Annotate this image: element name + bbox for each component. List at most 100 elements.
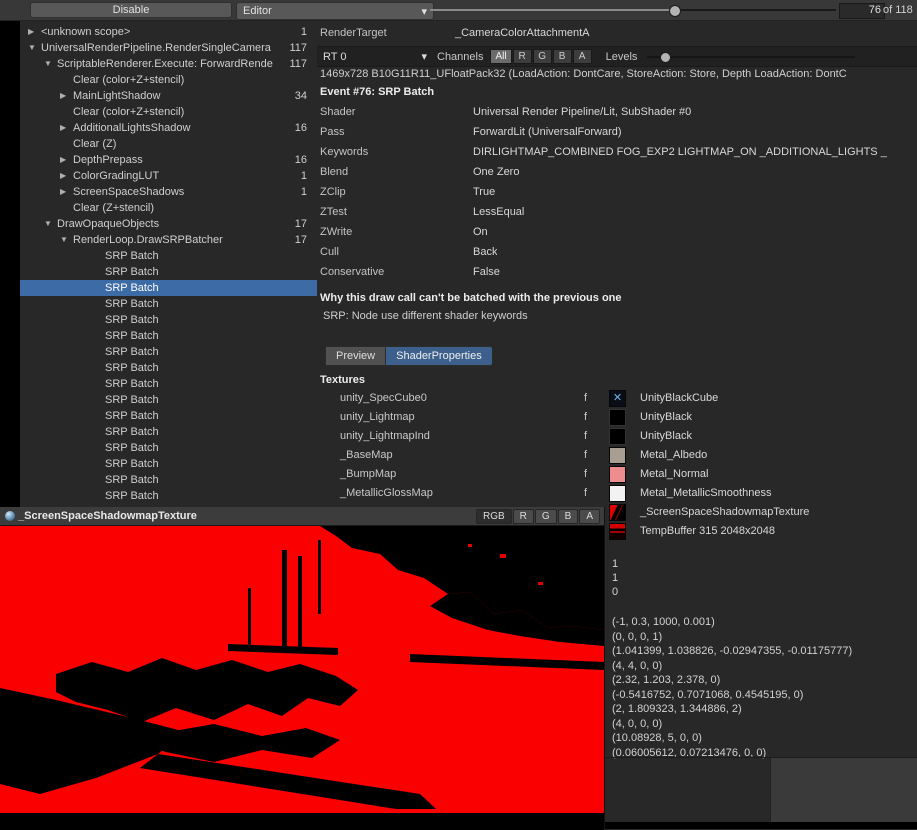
texture-row[interactable]: _BaseMap f Metal_Albedo	[317, 446, 917, 465]
event-tree-row[interactable]: Clear (color+Z+stencil)	[20, 104, 317, 120]
preview-titlebar[interactable]: _ScreenSpaceShadowmapTexture RGBRGBA	[0, 507, 604, 526]
texture-row[interactable]: _MetallicGlossMap f Metal_MetallicSmooth…	[317, 484, 917, 503]
event-tree-row[interactable]: SRP Batch	[20, 392, 317, 408]
channel-button[interactable]: All	[490, 49, 511, 64]
event-tree-row[interactable]: SRP Batch	[20, 360, 317, 376]
disclosure-arrow-icon[interactable]: ▼	[28, 40, 41, 56]
event-tree-row[interactable]: SRP Batch	[20, 280, 317, 296]
event-tree-row[interactable]: Clear (color+Z+stencil)	[20, 72, 317, 88]
event-label: SRP Batch	[105, 472, 159, 488]
event-tree-row[interactable]: SRP Batch	[20, 440, 317, 456]
channel-button[interactable]: G	[533, 49, 552, 64]
event-tree-row[interactable]: ▶ <unknown scope> 1	[20, 24, 317, 40]
texture-row[interactable]: unity_LightmapInd f UnityBlack	[317, 427, 917, 446]
event-tree-row[interactable]: ▶ ScreenSpaceShadows 1	[20, 184, 317, 200]
disclosure-arrow-icon[interactable]: ▼	[60, 232, 73, 248]
event-label: SRP Batch	[105, 424, 159, 440]
event-label: UniversalRenderPipeline.RenderSingleCame…	[41, 40, 271, 56]
event-tree-row[interactable]: SRP Batch	[20, 408, 317, 424]
event-tree-row[interactable]: SRP Batch	[20, 472, 317, 488]
shader-property-row: Shader Universal Render Pipeline/Lit, Su…	[320, 106, 917, 126]
disclosure-arrow-icon[interactable]: ▶	[60, 152, 73, 168]
shader-property-value: One Zero	[473, 166, 519, 178]
event-label: MainLightShadow	[73, 88, 160, 104]
preview-channel-button[interactable]: RGB	[476, 509, 512, 524]
channel-button[interactable]: R	[513, 49, 532, 64]
event-tree-row[interactable]: SRP Batch	[20, 488, 317, 504]
frame-slider[interactable]	[430, 0, 836, 20]
event-tree-row[interactable]: Clear (Z)	[20, 136, 317, 152]
preview-channel-button[interactable]: R	[513, 509, 534, 524]
event-tree-row[interactable]: ▼ DrawOpaqueObjects 17	[20, 216, 317, 232]
disclosure-arrow-icon[interactable]: ▶	[60, 120, 73, 136]
render-texture-icon	[5, 511, 15, 521]
disclosure-arrow-icon[interactable]: ▶	[60, 184, 73, 200]
event-label: RenderLoop.DrawSRPBatcher	[73, 232, 223, 248]
event-tree-row[interactable]: ▶ AdditionalLightsShadow 16	[20, 120, 317, 136]
disclosure-arrow-icon[interactable]: ▶	[60, 168, 73, 184]
disable-button[interactable]: Disable	[30, 2, 232, 18]
event-label: SRP Batch	[105, 248, 159, 264]
texture-thumbnail-icon	[609, 466, 626, 483]
vector-value: (2, 1.809323, 1.344886, 2)	[612, 703, 852, 718]
preview-channel-button[interactable]: B	[558, 509, 579, 524]
event-label: Clear (color+Z+stencil)	[73, 72, 184, 88]
target-selector-dropdown[interactable]: Editor ▾	[236, 2, 434, 20]
frame-number-input[interactable]: 76	[839, 3, 885, 19]
event-tree-row[interactable]: ▶ MainLightShadow 34	[20, 88, 317, 104]
detail-tab[interactable]: Preview	[325, 346, 386, 366]
texture-row[interactable]: _BumpMap f Metal_Normal	[317, 465, 917, 484]
texture-row[interactable]: unity_Lightmap f UnityBlack	[317, 408, 917, 427]
disclosure-arrow-icon[interactable]: ▶	[60, 88, 73, 104]
event-tree-row[interactable]: SRP Batch	[20, 312, 317, 328]
event-count: 16	[295, 120, 307, 136]
event-tree-row[interactable]: ▼ UniversalRenderPipeline.RenderSingleCa…	[20, 40, 317, 56]
event-label: ColorGradingLUT	[73, 168, 159, 184]
batch-break-reason: SRP: Node use different shader keywords	[323, 310, 528, 322]
event-label: ScriptableRenderer.Execute: ForwardRende	[57, 56, 273, 72]
event-tree-row[interactable]: ▶ DepthPrepass 16	[20, 152, 317, 168]
shader-property-value: ForwardLit (UniversalForward)	[473, 126, 622, 138]
preview-channel-button[interactable]: G	[535, 509, 557, 524]
event-label: SRP Batch	[105, 392, 159, 408]
shader-property-value: True	[473, 186, 495, 198]
preview-channel-button[interactable]: A	[579, 509, 600, 524]
texture-property-name: unity_LightmapInd	[340, 430, 430, 442]
event-tree-row[interactable]: SRP Batch	[20, 248, 317, 264]
event-tree-row[interactable]: ▶ ColorGradingLUT 1	[20, 168, 317, 184]
event-label: SRP Batch	[105, 408, 159, 424]
event-tree-row[interactable]: SRP Batch	[20, 328, 317, 344]
event-tree-row[interactable]: SRP Batch	[20, 296, 317, 312]
channel-button[interactable]: A	[573, 49, 592, 64]
levels-slider-track[interactable]	[647, 56, 855, 58]
shader-property-value: Back	[473, 246, 497, 258]
event-tree-row[interactable]: SRP Batch	[20, 344, 317, 360]
event-tree-row[interactable]: ▼ ScriptableRenderer.Execute: ForwardRen…	[20, 56, 317, 72]
event-tree-row[interactable]: SRP Batch	[20, 376, 317, 392]
texture-asset-name: Metal_MetallicSmoothness	[640, 487, 771, 499]
channel-button[interactable]: B	[553, 49, 572, 64]
event-count: 17	[295, 216, 307, 232]
levels-slider[interactable]	[647, 47, 855, 66]
disclosure-arrow-icon[interactable]: ▼	[44, 216, 57, 232]
shader-property-value: False	[473, 266, 500, 278]
disclosure-arrow-icon[interactable]: ▶	[28, 24, 41, 40]
event-count: 1	[301, 168, 307, 184]
detail-tab[interactable]: ShaderProperties	[386, 346, 493, 366]
texture-property-name: _BaseMap	[340, 449, 393, 461]
event-tree-row[interactable]: SRP Batch	[20, 264, 317, 280]
vector-value: (4, 0, 0, 0)	[612, 718, 852, 733]
levels-slider-thumb[interactable]	[660, 52, 671, 63]
event-tree-row[interactable]: ▼ RenderLoop.DrawSRPBatcher 17	[20, 232, 317, 248]
frame-slider-thumb[interactable]	[669, 5, 681, 17]
rt-index-dropdown[interactable]: RT 0 ▾	[317, 50, 433, 63]
texture-row[interactable]: unity_SpecCube0 f UnityBlackCube	[317, 389, 917, 408]
texture-flag: f	[584, 468, 587, 480]
texture-asset-name: UnityBlack	[640, 411, 692, 423]
disclosure-arrow-icon[interactable]: ▼	[44, 56, 57, 72]
event-tree-row[interactable]: SRP Batch	[20, 424, 317, 440]
render-target-label: RenderTarget	[320, 27, 455, 39]
event-tree-row[interactable]: Clear (Z+stencil)	[20, 200, 317, 216]
texture-thumbnail-icon	[609, 428, 626, 445]
event-tree-row[interactable]: SRP Batch	[20, 456, 317, 472]
